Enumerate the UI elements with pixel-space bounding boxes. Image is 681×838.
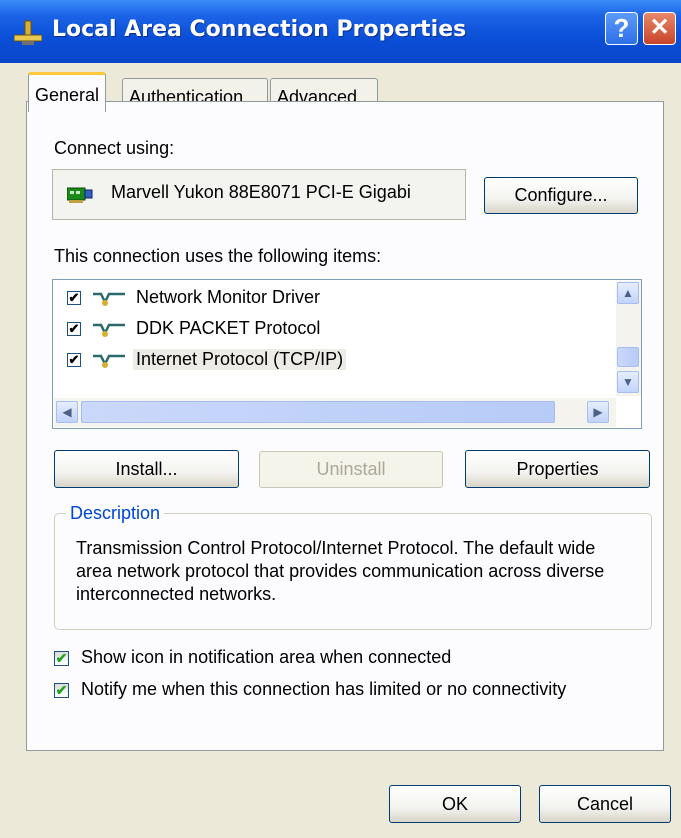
item-label: DDK PACKET Protocol — [136, 318, 321, 338]
install-button-label: Install... — [115, 459, 178, 479]
scroll-left-button[interactable]: ◀ — [56, 401, 78, 423]
title-bar[interactable]: Local Area Connection Properties ? ✕ — [0, 0, 681, 63]
configure-button-label: Configure... — [514, 185, 608, 205]
chevron-up-icon: ▲ — [622, 286, 634, 300]
item-checkbox[interactable]: ✔ — [67, 353, 81, 367]
item-label-selected: Internet Protocol (TCP/IP) — [133, 349, 347, 370]
ok-button-label: OK — [441, 794, 468, 814]
scroll-down-button[interactable]: ▼ — [617, 371, 639, 393]
help-icon: ? — [613, 13, 630, 43]
components-list[interactable]: ✔ Network Monitor Driver ✔ DDK PACKET Pr… — [52, 279, 642, 429]
description-text: Transmission Control Protocol/Internet P… — [76, 538, 605, 604]
vertical-scrollbar[interactable]: ▲ ▼ — [616, 281, 641, 396]
item-checkbox[interactable]: ✔ — [67, 291, 81, 305]
configure-button[interactable]: Configure... — [484, 177, 638, 214]
check-icon: ✔ — [55, 650, 68, 666]
protocol-icon — [93, 323, 125, 337]
tab-general[interactable]: General — [28, 72, 107, 112]
adapter-name: Marvell Yukon 88E8071 PCI-E Gigabi — [111, 182, 411, 202]
horizontal-scroll-thumb[interactable] — [81, 401, 555, 423]
ok-button[interactable]: OK — [389, 785, 521, 823]
vertical-scroll-thumb[interactable] — [617, 347, 639, 367]
horizontal-scrollbar[interactable]: ◀ ▶ — [54, 398, 616, 427]
description-legend: Description — [66, 503, 165, 524]
items-label: This connection uses the following items… — [54, 246, 382, 266]
scroll-up-button[interactable]: ▲ — [617, 282, 639, 304]
cancel-button-label: Cancel — [576, 794, 634, 814]
network-adapter-icon — [67, 187, 93, 203]
cancel-button[interactable]: Cancel — [539, 785, 671, 823]
network-connection-icon — [14, 20, 42, 45]
protocol-icon — [93, 354, 125, 368]
close-button[interactable]: ✕ — [643, 12, 676, 45]
uninstall-button-label: Uninstall — [316, 459, 386, 479]
check-icon: ✔ — [55, 682, 68, 698]
close-icon: ✕ — [649, 14, 670, 41]
adapter-display: Marvell Yukon 88E8071 PCI-E Gigabi — [52, 169, 466, 220]
notify-checkbox[interactable]: ✔ — [54, 683, 69, 698]
notify-label[interactable]: Notify me when this connection has limit… — [81, 679, 566, 700]
chevron-down-icon: ▼ — [622, 375, 634, 389]
show-icon-checkbox[interactable]: ✔ — [54, 651, 69, 666]
show-icon-label[interactable]: Show icon in notification area when conn… — [81, 647, 451, 668]
properties-button[interactable]: Properties — [465, 450, 650, 488]
chevron-left-icon: ◀ — [62, 405, 72, 419]
scroll-right-button[interactable]: ▶ — [587, 401, 609, 423]
protocol-icon — [93, 292, 125, 306]
window-title: Local Area Connection Properties — [52, 17, 467, 42]
connect-using-label: Connect using: — [54, 138, 175, 158]
item-label: Network Monitor Driver — [136, 287, 321, 307]
item-checkbox[interactable]: ✔ — [67, 322, 81, 336]
install-button[interactable]: Install... — [54, 450, 239, 488]
uninstall-button[interactable]: Uninstall — [259, 451, 443, 488]
chevron-right-icon: ▶ — [593, 405, 603, 419]
properties-button-label: Properties — [516, 459, 599, 479]
tab-label: General — [35, 85, 100, 105]
help-button[interactable]: ? — [605, 12, 638, 45]
